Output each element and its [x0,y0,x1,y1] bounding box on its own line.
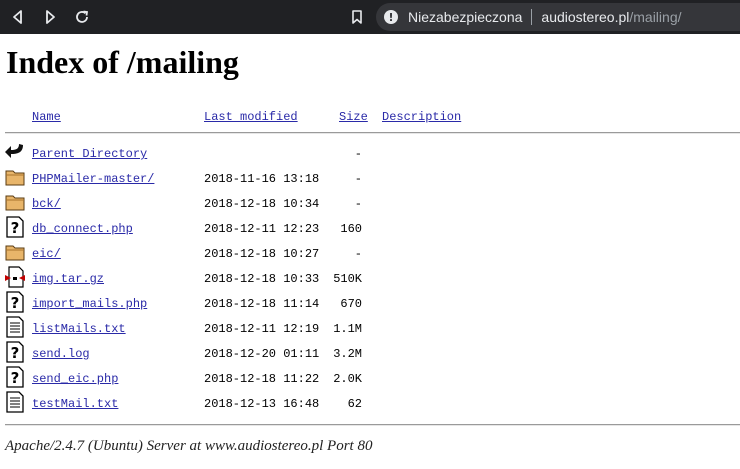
server-signature: Apache/2.4.7 (Ubuntu) Server at www.audi… [5,438,373,454]
svg-text:?: ? [11,344,20,362]
svg-text:?: ? [11,294,20,312]
reload-button[interactable] [70,5,94,29]
entry-link[interactable]: eic/ [32,247,61,261]
address-bar[interactable]: ! Niezabezpieczona audiostereo.pl/mailin… [376,3,740,31]
entry-size: 670 [340,297,362,311]
entry-link[interactable]: send_eic.php [32,372,118,386]
page-title: Index of /mailing [6,44,239,80]
svg-text:?: ? [11,369,20,387]
footer-rule [5,424,740,426]
entry-size: 160 [340,222,362,236]
bookmark-button[interactable] [345,5,369,29]
compressed-file-icon [5,266,25,288]
security-status[interactable]: Niezabezpieczona [408,9,522,25]
folder-icon [5,166,25,188]
unknown-file-icon: ? [5,216,25,238]
forward-arrow-icon [46,10,55,24]
entry-link[interactable]: send.log [32,347,90,361]
entry-size: - [354,197,362,211]
sort-by-modified-link[interactable]: Last modified [204,110,298,124]
back-arrow-icon [13,10,22,24]
browser-toolbar: ! Niezabezpieczona audiostereo.pl/mailin… [0,0,740,34]
folder-icon [5,191,25,213]
back-icon [5,141,25,163]
unknown-file-icon: ? [5,291,25,313]
entry-size: 3.2M [333,347,362,361]
entry-link[interactable]: listMails.txt [32,322,126,336]
table-row: testMail.txt 2018-12-13 16:48 62 [0,391,740,422]
back-button[interactable] [6,5,30,29]
entry-link[interactable]: import_mails.php [32,297,147,311]
forward-button[interactable] [38,5,62,29]
table-row: ? send.log 2018-12-20 01:11 3.2M [0,341,740,372]
entry-size: 1.1M [333,322,362,336]
url-host: audiostereo.pl [541,9,630,25]
folder-icon [5,241,25,263]
entry-size: - [354,172,362,186]
url-path: /mailing/ [629,9,682,25]
entry-link[interactable]: testMail.txt [32,397,118,411]
entry-link[interactable]: bck/ [32,197,61,211]
table-row: listMails.txt 2018-12-11 12:19 1.1M [0,316,740,347]
address-separator [531,9,533,25]
unknown-file-icon: ? [5,341,25,363]
entry-link[interactable]: db_connect.php [32,222,133,236]
info-icon[interactable]: ! [384,10,398,24]
table-row: ? import_mails.php 2018-12-18 11:14 670 [0,291,740,322]
sort-by-size-link[interactable]: Size [339,110,368,124]
table-row: ? send_eic.php 2018-12-18 11:22 2.0K [0,366,740,397]
bookmark-icon [352,10,362,24]
table-row: PHPMailer-master/2018-11-16 13:18- [0,170,740,197]
text-file-icon [5,316,25,338]
table-row: Parent Directory - [0,144,740,172]
entry-size: - [354,147,362,161]
reload-icon [76,10,89,23]
entry-size: - [354,247,362,261]
entry-size: 62 [347,397,362,411]
table-row: ? db_connect.php 2018-12-11 12:23 160 [0,216,740,247]
entry-link[interactable]: img.tar.gz [32,272,104,286]
text-file-icon [5,391,25,413]
entry-size: 510K [333,272,362,286]
header-rule [5,132,740,134]
svg-text:?: ? [11,219,20,237]
unknown-file-icon: ? [5,366,25,388]
entry-link[interactable]: Parent Directory [32,147,147,161]
entry-link[interactable]: PHPMailer-master/ [32,172,154,186]
table-row: eic/2018-12-18 10:27- [0,245,740,272]
sort-by-name-link[interactable]: Name [32,110,61,124]
table-row: img.tar.gz 2018-12-18 10:33 510K [0,266,740,297]
table-row: bck/2018-12-18 10:34- [0,195,740,222]
sort-by-description-link[interactable]: Description [382,110,461,124]
url-text[interactable]: audiostereo.pl/mailing/ [541,9,681,25]
entry-size: 2.0K [333,372,362,386]
